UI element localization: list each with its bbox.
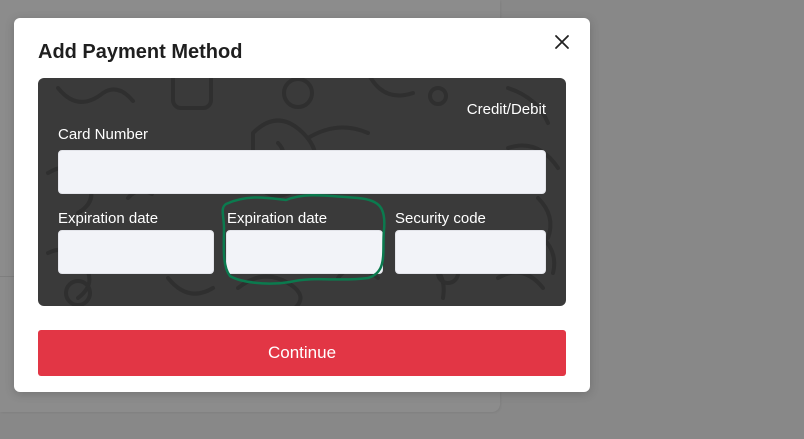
modal-title: Add Payment Method [38, 41, 243, 63]
add-payment-modal: Add Payment Method Credit/Debit Card Num… [14, 18, 590, 392]
card-type-label: Credit/Debit [466, 101, 546, 118]
close-icon [555, 35, 569, 49]
security-code-label: Security code [395, 210, 486, 227]
expiration-date-input[interactable] [58, 230, 214, 274]
security-code-input[interactable] [395, 230, 546, 274]
card-number-input[interactable] [58, 150, 546, 194]
card-number-label: Card Number [58, 126, 149, 143]
expiration-date-label: Expiration date [58, 210, 159, 227]
expiration-date-input-2[interactable] [226, 230, 383, 274]
card-panel: Credit/Debit Card Number Expiration date… [38, 78, 566, 306]
expiration-date-label-2: Expiration date [227, 210, 328, 227]
close-button[interactable] [548, 28, 576, 56]
continue-button[interactable]: Continue [38, 330, 566, 376]
